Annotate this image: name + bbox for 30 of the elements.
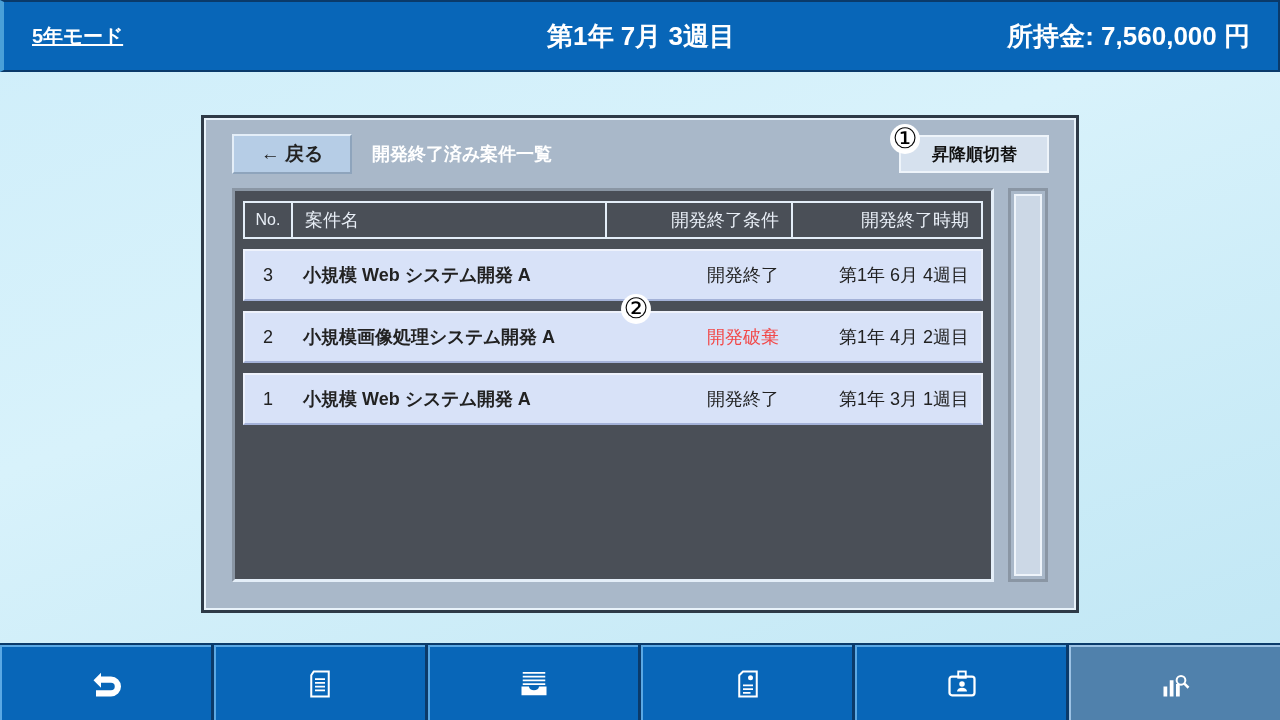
column-header: No. xyxy=(254,210,282,230)
end-condition: 開発終了 xyxy=(706,264,780,287)
project-row[interactable]: 1 小規模 Web システム開発 A 開発終了 第1年 3月 1週目 xyxy=(243,373,983,425)
end-condition: 開発終了 xyxy=(706,388,780,411)
row-number: 2 xyxy=(262,326,274,348)
nav-button[interactable] xyxy=(1069,645,1280,720)
column-header: 案件名 xyxy=(291,203,605,237)
nav-button[interactable] xyxy=(641,645,853,720)
mode-link[interactable]: 5年モード xyxy=(32,22,438,50)
panel-title: 開発終了済み案件一覧 xyxy=(372,143,553,166)
column-header: 開発終了条件 xyxy=(605,203,791,237)
project-name: 小規模 Web システム開発 A xyxy=(302,388,532,411)
nav-button[interactable] xyxy=(213,645,425,720)
column-header: 開発終了時期 xyxy=(791,203,981,237)
scrollbar-thumb[interactable] xyxy=(1014,194,1042,576)
end-period: 第1年 4月 2週目 xyxy=(837,326,970,349)
row-number: 3 xyxy=(262,264,274,286)
end-condition: 開発破棄 xyxy=(706,326,780,349)
end-period: 第1年 3月 1週目 xyxy=(837,388,970,411)
row-number: 1 xyxy=(262,388,274,410)
back-button[interactable]: ← 戻る xyxy=(232,134,352,174)
end-period: 第1年 6月 4週目 xyxy=(837,264,970,287)
game-date: 第1年 7月 3週目 xyxy=(546,19,736,53)
callout-marker: ① xyxy=(890,124,920,154)
nav-button[interactable] xyxy=(855,645,1067,720)
nav-button[interactable] xyxy=(0,645,211,720)
nav-button[interactable] xyxy=(427,645,639,720)
project-name: 小規模 Web システム開発 A xyxy=(302,264,532,287)
project-name: 小規模画像処理システム開発 A xyxy=(302,326,556,349)
money-amount: 所持金: 7,560,000 円 xyxy=(1006,19,1250,53)
